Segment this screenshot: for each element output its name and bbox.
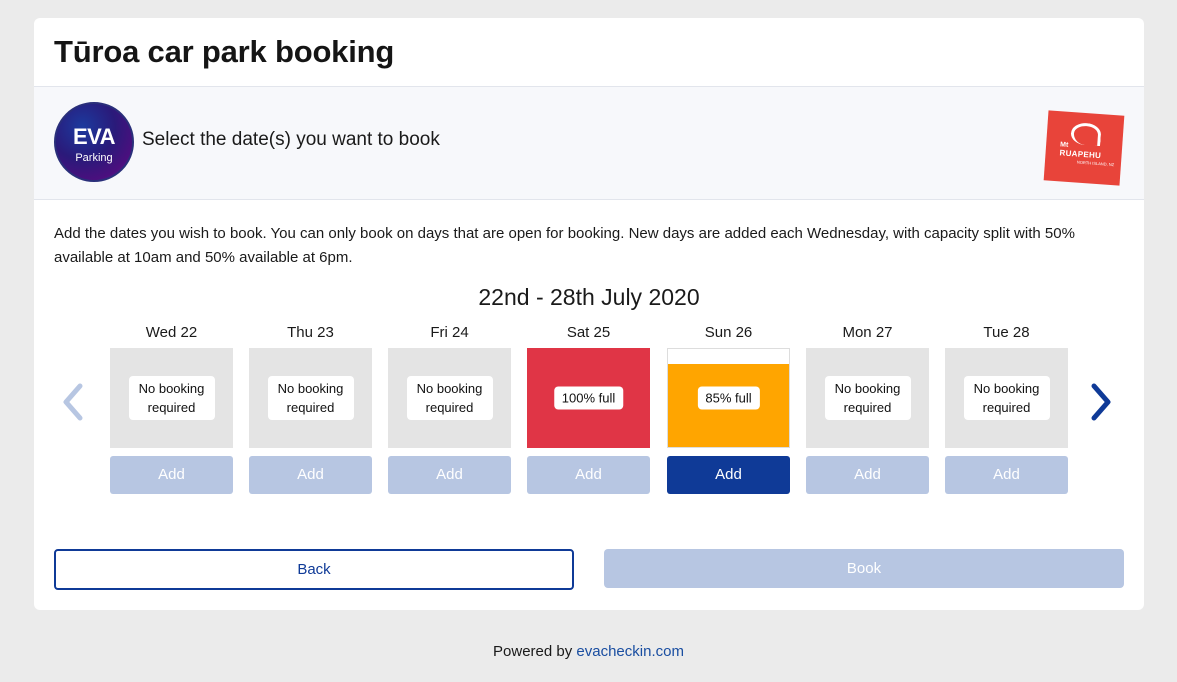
day-availability: No booking required [249, 348, 372, 448]
day-column: Sat 25 100% full Add [527, 324, 650, 494]
add-date-button[interactable]: Add [945, 456, 1068, 494]
booking-instructions: Add the dates you wish to book. You can … [54, 225, 1075, 266]
status-badge: No booking required [128, 376, 215, 420]
day-column: Mon 27 No booking required Add [806, 324, 929, 494]
status-badge: 100% full [553, 386, 624, 410]
week-range-title: 22nd - 28th July 2020 [478, 284, 700, 310]
add-date-button[interactable]: Add [806, 456, 929, 494]
day-availability: No booking required [945, 348, 1068, 448]
status-badge: No booking required [406, 376, 493, 420]
add-date-button[interactable]: Add [527, 456, 650, 494]
day-column: Wed 22 No booking required Add [110, 324, 233, 494]
status-badge: 85% full [697, 386, 760, 410]
day-label: Wed 22 [145, 324, 198, 341]
day-label: Sun 26 [704, 324, 753, 341]
status-badge: No booking required [963, 376, 1050, 420]
day-column: Fri 24 No booking required Add [388, 324, 511, 494]
day-label: Fri 24 [430, 324, 469, 341]
page-title: Tūroa car park booking [54, 34, 395, 69]
back-button[interactable]: Back [54, 549, 574, 590]
day-label: Sat 25 [566, 324, 611, 341]
day-availability: No booking required [110, 348, 233, 448]
booking-card: Tūroa car park booking EVA Parking Selec… [34, 18, 1144, 610]
add-date-button[interactable]: Add [249, 456, 372, 494]
book-button[interactable]: Book [604, 549, 1124, 588]
previous-week-button[interactable] [58, 382, 88, 422]
day-availability: No booking required [388, 348, 511, 448]
day-column: Sun 26 85% full Add [667, 324, 790, 494]
select-dates-instruction: Select the date(s) you want to book [142, 129, 440, 150]
next-week-button[interactable] [1086, 382, 1116, 422]
day-availability: No booking required [806, 348, 929, 448]
add-date-button[interactable]: Add [110, 456, 233, 494]
chevron-right-icon [1091, 383, 1111, 421]
eva-parking-logo: EVA Parking [54, 102, 134, 182]
status-badge: No booking required [267, 376, 354, 420]
add-date-button[interactable]: Add [388, 456, 511, 494]
day-label: Mon 27 [842, 324, 893, 341]
add-date-button[interactable]: Add [667, 456, 790, 494]
chevron-left-icon [63, 383, 83, 421]
day-label: Thu 23 [287, 324, 334, 341]
evacheckin-link[interactable]: evacheckin.com [576, 643, 684, 660]
footer: Powered by evacheckin.com [0, 643, 1177, 660]
status-badge: No booking required [824, 376, 911, 420]
mt-ruapehu-logo: Mt RUAPEHU NORTH ISLAND, NZ [1043, 110, 1125, 186]
day-availability: 85% full [667, 348, 790, 448]
day-availability: 100% full [527, 348, 650, 448]
day-column: Tue 28 No booking required Add [945, 324, 1068, 494]
footer-prefix: Powered by [493, 643, 577, 660]
day-label: Tue 28 [983, 324, 1030, 341]
header-band: EVA Parking Select the date(s) you want … [34, 86, 1144, 200]
day-column: Thu 23 No booking required Add [249, 324, 372, 494]
